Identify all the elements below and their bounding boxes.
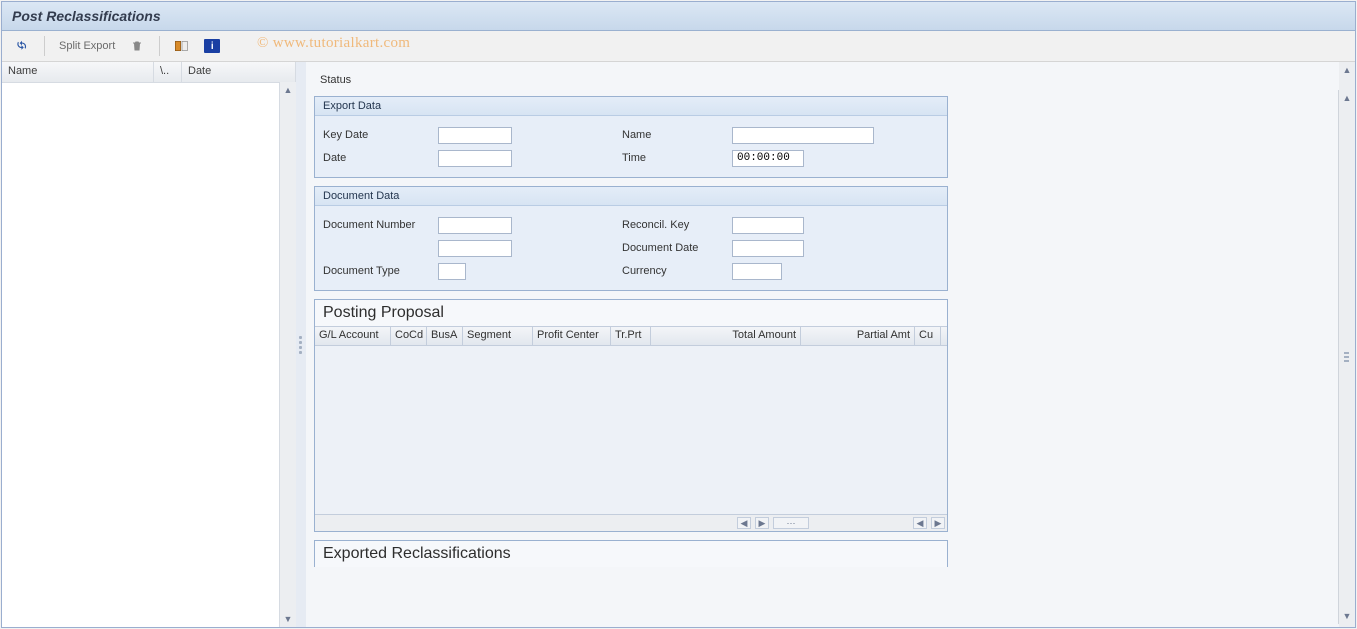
doc-number-field[interactable] xyxy=(438,217,512,234)
splitter-handle[interactable] xyxy=(296,62,306,627)
nav-panel: Name \.. Date ▲ ▼ xyxy=(2,62,296,627)
content-area: Name \.. Date ▲ ▼ Status Export xyxy=(2,62,1355,627)
scroll-up-icon[interactable]: ▲ xyxy=(1339,62,1355,78)
toolbar-separator xyxy=(159,36,160,56)
status-label: Status xyxy=(314,70,1339,96)
reconcil-key-field[interactable] xyxy=(732,217,804,234)
toolbar-separator xyxy=(44,36,45,56)
scroll-down-icon[interactable]: ▼ xyxy=(280,611,296,627)
nav-tree-body[interactable] xyxy=(2,83,296,627)
watermark: © www.tutorialkart.com xyxy=(257,35,410,52)
grid-posting-hscroll[interactable]: ◀ ▶ ⋯ ◀ ▶ xyxy=(315,514,947,531)
col-trprt[interactable]: Tr.Prt xyxy=(611,327,651,345)
page-title: Post Reclassifications xyxy=(12,8,161,24)
col-cocd[interactable]: CoCd xyxy=(391,327,427,345)
name-field[interactable] xyxy=(732,127,874,144)
col-total-amount[interactable]: Total Amount xyxy=(651,327,801,345)
grid-posting-header: G/L Account CoCd BusA Segment Profit Cen… xyxy=(315,326,947,346)
nav-col-name[interactable]: Name xyxy=(2,62,154,82)
main-panel: Status Export Data Key Date Name D xyxy=(306,62,1355,627)
split-export-button[interactable]: Split Export xyxy=(55,40,119,52)
toolbar: Split Export i © www.tutorialkart.com xyxy=(2,31,1355,62)
key-date-label: Key Date xyxy=(323,129,438,141)
date-label: Date xyxy=(323,152,438,164)
time-field[interactable] xyxy=(732,150,804,167)
group-export-data: Export Data Key Date Name Date xyxy=(314,96,948,178)
nav-scrollbar[interactable]: ▲ ▼ xyxy=(279,82,296,627)
nav-col-date[interactable]: Date xyxy=(182,62,296,82)
hscroll-thumb[interactable]: ⋯ xyxy=(773,517,809,529)
group-document-title: Document Data xyxy=(315,187,947,206)
doc-date-field[interactable] xyxy=(732,240,804,257)
hscroll-left-icon[interactable]: ◀ xyxy=(737,517,751,529)
scroll-up-icon[interactable]: ▲ xyxy=(1339,90,1355,106)
nav-col-a[interactable]: \.. xyxy=(154,62,182,82)
hscroll-right-icon[interactable]: ▶ xyxy=(755,517,769,529)
grid-posting-title: Posting Proposal xyxy=(315,300,947,326)
hscroll-end-left-icon[interactable]: ◀ xyxy=(913,517,927,529)
col-segment[interactable]: Segment xyxy=(463,327,533,345)
group-export-title: Export Data xyxy=(315,97,947,116)
hscroll-end-right-icon[interactable]: ▶ xyxy=(931,517,945,529)
col-gl-account[interactable]: G/L Account xyxy=(315,327,391,345)
col-partial-amt[interactable]: Partial Amt xyxy=(801,327,915,345)
trash-icon[interactable] xyxy=(125,35,149,57)
col-busa[interactable]: BusA xyxy=(427,327,463,345)
title-bar: Post Reclassifications xyxy=(2,2,1355,31)
key-date-field[interactable] xyxy=(438,127,512,144)
doc-type-label: Document Type xyxy=(323,265,438,277)
scroll-up-icon[interactable]: ▲ xyxy=(280,82,296,98)
layout-icon[interactable] xyxy=(170,35,194,57)
currency-field[interactable] xyxy=(732,263,782,280)
info-icon[interactable]: i xyxy=(200,35,224,57)
currency-label: Currency xyxy=(622,265,732,277)
date-field[interactable] xyxy=(438,150,512,167)
group-document-data: Document Data Document Number Reconcil. … xyxy=(314,186,948,291)
doc-number-label: Document Number xyxy=(323,219,438,231)
doc-type-field[interactable] xyxy=(438,263,466,280)
doc-date-label: Document Date xyxy=(622,242,732,254)
scroll-down-icon[interactable]: ▼ xyxy=(1339,608,1355,624)
reconcil-key-label: Reconcil. Key xyxy=(622,219,732,231)
grid-exported-title: Exported Reclassifications xyxy=(315,541,947,567)
extra-field[interactable] xyxy=(438,240,512,257)
grid-posting-body[interactable] xyxy=(315,346,947,514)
grid-posting-proposal: Posting Proposal G/L Account CoCd BusA S… xyxy=(314,299,948,532)
col-profit-center[interactable]: Profit Center xyxy=(533,327,611,345)
time-label: Time xyxy=(622,152,732,164)
refresh-icon[interactable] xyxy=(10,35,34,57)
grid-exported-reclass: Exported Reclassifications xyxy=(314,540,948,567)
window-scrollbar[interactable]: ▲ ▼ xyxy=(1338,90,1355,624)
col-currency-short[interactable]: Cu xyxy=(915,327,941,345)
name-label: Name xyxy=(622,129,732,141)
nav-column-header: Name \.. Date xyxy=(2,62,296,83)
